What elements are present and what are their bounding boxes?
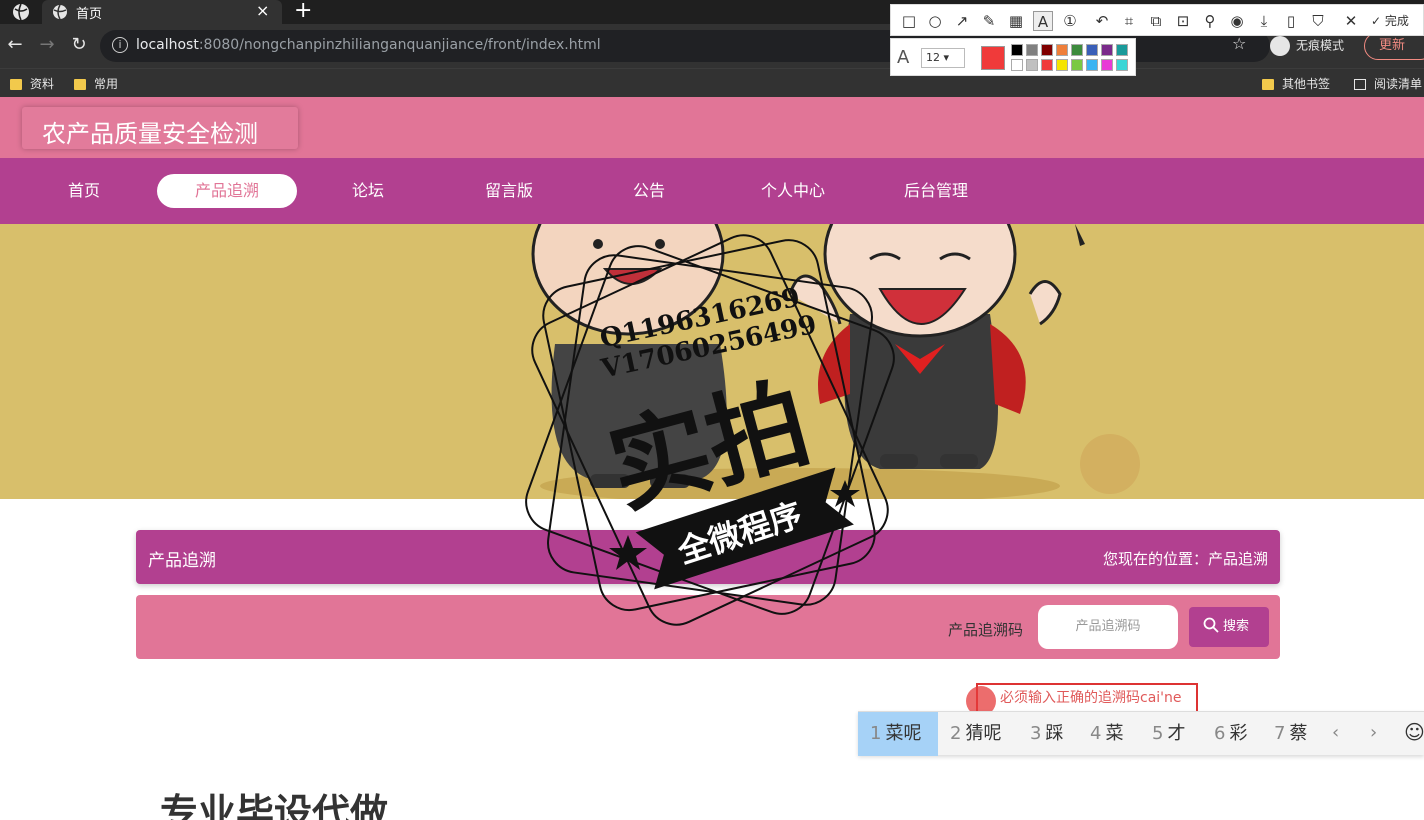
color-swatch[interactable] (1071, 44, 1083, 56)
text-style-panel: A 12 ▾ (890, 38, 1136, 76)
color-swatch[interactable] (1101, 44, 1113, 56)
annotation-toolbar: □ ○ ↗ ✎ ▦ A ① ↶ ⌗ ⧉ ⊡ ⚲ ◉ ⤓ ▯ ⛉ ✕ ✓ 完成 A… (890, 4, 1424, 76)
pen-tool-icon[interactable]: ✎ (979, 11, 999, 31)
nav-forum[interactable]: 论坛 (298, 174, 438, 208)
site-logo[interactable]: 农产品质量安全检测 (22, 107, 298, 149)
search-button[interactable]: 搜索 (1189, 607, 1269, 647)
banner-illustration (531, 224, 1140, 499)
color-swatch[interactable] (1116, 44, 1128, 56)
ime-candidate[interactable]: 4菜 (1090, 712, 1123, 756)
mosaic-tool-icon[interactable]: ▦ (1006, 11, 1026, 31)
section-header: 产品追溯 您现在的位置：产品追溯 (136, 530, 1280, 584)
color-swatch[interactable] (1056, 44, 1068, 56)
ime-candidate[interactable]: 1 菜呢 (858, 712, 938, 756)
emoji-icon[interactable]: ☺ (1404, 720, 1424, 744)
other-bookmarks[interactable]: 其他书签 (1262, 75, 1330, 92)
color-swatch[interactable] (1071, 59, 1083, 71)
ime-candidate[interactable]: 3踩 (1030, 712, 1063, 756)
color-swatch[interactable] (1116, 59, 1128, 71)
number-tool-icon[interactable]: ① (1060, 11, 1080, 31)
folder-icon (74, 79, 86, 90)
arrow-tool-icon[interactable]: ↗ (952, 11, 972, 31)
record-icon[interactable]: ◉ (1227, 11, 1247, 31)
ime-composition-field[interactable]: 必须输入正确的追溯码cai'ne (976, 683, 1198, 713)
phone-icon[interactable]: ▯ (1281, 11, 1301, 31)
translate-icon[interactable]: ⧉ (1146, 11, 1166, 31)
crop-icon[interactable]: ⌗ (1119, 11, 1139, 31)
back-icon[interactable]: ← (4, 34, 26, 56)
font-size-select[interactable]: 12 ▾ (921, 48, 965, 68)
done-button[interactable]: ✓ 完成 (1371, 12, 1409, 29)
chevron-right-icon[interactable]: › (1370, 722, 1377, 743)
nav-home[interactable]: 首页 (14, 174, 154, 208)
folder-icon (1262, 79, 1274, 90)
nav-announcements[interactable]: 公告 (579, 174, 719, 208)
browser-tab-home[interactable]: 首页 × (42, 0, 282, 24)
ime-candidate[interactable]: 5才 (1152, 712, 1185, 756)
section-title: 产品追溯 (148, 551, 216, 571)
color-swatch[interactable] (1011, 59, 1023, 71)
chevron-left-icon[interactable]: ‹ (1332, 722, 1339, 743)
ime-candidate[interactable]: 6彩 (1214, 712, 1247, 756)
reading-list-icon (1354, 79, 1366, 90)
annotation-tools: □ ○ ↗ ✎ ▦ A ① ↶ ⌗ ⧉ ⊡ ⚲ ◉ ⤓ ▯ ⛉ ✕ ✓ 完成 (890, 4, 1424, 36)
nav-product-trace[interactable]: 产品追溯 (157, 174, 297, 208)
pin-icon[interactable]: ⚲ (1200, 11, 1220, 31)
site-title: 农产品质量安全检测 (42, 120, 258, 148)
nav-admin[interactable]: 后台管理 (866, 174, 1006, 208)
bookmark-folder[interactable]: 资料 (10, 75, 54, 92)
color-swatch[interactable] (1101, 59, 1113, 71)
close-icon[interactable]: × (256, 1, 269, 20)
font-icon: A (897, 47, 910, 68)
breadcrumb: 您现在的位置：产品追溯 (1102, 550, 1268, 568)
color-swatch[interactable] (1026, 44, 1038, 56)
new-tab-button[interactable]: + (294, 0, 312, 23)
site-info-icon[interactable]: i (112, 37, 128, 53)
nav-user-center[interactable]: 个人中心 (723, 174, 863, 208)
trace-code-input[interactable]: 产品追溯码 (1038, 605, 1178, 649)
nav-message-board[interactable]: 留言版 (439, 174, 579, 208)
color-swatch[interactable] (1026, 59, 1038, 71)
forward-icon[interactable]: → (36, 34, 58, 56)
globe-icon (53, 4, 67, 20)
current-color-swatch[interactable] (981, 46, 1005, 70)
bookmark-folder[interactable]: 常用 (74, 75, 118, 92)
ellipse-tool-icon[interactable]: ○ (925, 11, 945, 31)
color-swatch[interactable] (1086, 44, 1098, 56)
tab-title: 首页 (76, 7, 103, 22)
bookmark-icon[interactable]: ⛉ (1308, 11, 1328, 31)
color-swatch[interactable] (1056, 59, 1068, 71)
folder-icon (10, 79, 22, 90)
ime-candidate[interactable]: 7蔡 (1274, 712, 1307, 756)
download-icon[interactable]: ⤓ (1254, 11, 1274, 31)
rectangle-tool-icon[interactable]: □ (899, 11, 919, 31)
globe-icon[interactable] (12, 3, 30, 21)
page-heading: 专业毕设代做 (160, 791, 389, 820)
ocr-icon[interactable]: ⊡ (1173, 11, 1193, 31)
search-icon (1203, 617, 1219, 633)
banner-image (0, 224, 1424, 499)
url-text: localhost:8080/nongchanpinzhilianganquan… (136, 37, 601, 53)
reading-list[interactable]: 阅读清单 (1354, 75, 1422, 92)
color-swatch[interactable] (1041, 44, 1053, 56)
reload-icon[interactable]: ↻ (68, 34, 90, 56)
undo-icon[interactable]: ↶ (1092, 11, 1112, 31)
text-tool-icon[interactable]: A (1033, 11, 1053, 31)
color-swatch[interactable] (1086, 59, 1098, 71)
ime-candidate[interactable]: 2 猜呢 (950, 712, 1001, 756)
search-label: 产品追溯码 (948, 621, 1024, 639)
color-swatch[interactable] (1011, 44, 1023, 56)
search-panel: 产品追溯码 产品追溯码 搜索 (136, 595, 1280, 659)
site-header: 农产品质量安全检测 (0, 97, 1424, 158)
close-icon[interactable]: ✕ (1341, 11, 1361, 31)
ime-candidate-bar: 1 菜呢 2 猜呢 3踩 4菜 5才 6彩 7蔡 ‹ › ☺ (858, 711, 1424, 756)
screen: 首页 × + ← → ↻ i localhost:8080/nongchanpi… (0, 0, 1424, 820)
color-swatch[interactable] (1041, 59, 1053, 71)
main-nav: 首页 产品追溯 论坛 留言版 公告 个人中心 后台管理 (0, 158, 1424, 224)
